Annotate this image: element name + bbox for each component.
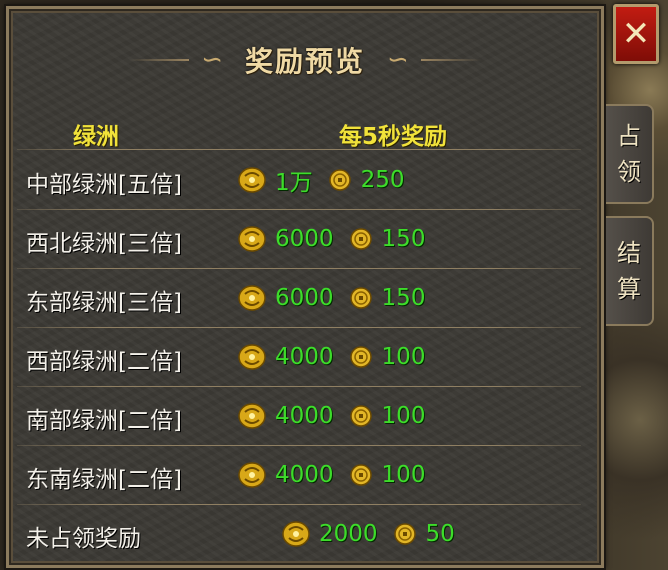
zone-name: 南部绿洲[二倍] [26, 408, 182, 434]
tab-occupy-char: 占 [617, 122, 641, 150]
title-bar: ∽ 奖励预览 ∽ [9, 37, 601, 83]
reward-row: 西北绿洲[三倍] 6000 150 [9, 210, 601, 268]
gold-ingot-token-icon [237, 225, 267, 253]
gold-ingot-token-icon [237, 166, 267, 194]
zone-name: 东部绿洲[三倍] [26, 290, 182, 316]
tab-settle-char: 结 [617, 239, 641, 267]
scroll-ornament-left-icon: ∽ [201, 45, 223, 75]
reward-row: 南部绿洲[二倍] 4000 100 [9, 387, 601, 445]
reward-values: 4000 100 [237, 399, 441, 433]
coin-reward-value: 50 [425, 521, 455, 547]
reward-row: 东部绿洲[三倍] 6000 150 [9, 269, 601, 327]
reward-column-header: 每5秒奖励 [339, 124, 448, 150]
token-reward-value: 1万 [275, 170, 313, 196]
coin-reward-value: 150 [381, 226, 426, 252]
column-header-row: 绿洲 每5秒奖励 [9, 117, 601, 150]
tab-occupy[interactable]: 占 领 [606, 104, 654, 204]
close-icon: ✕ [621, 14, 651, 54]
token-reward-value: 6000 [275, 285, 334, 311]
reward-values: 2000 50 [281, 517, 471, 551]
gold-ingot-token-icon [237, 284, 267, 312]
coin-reward-value: 100 [381, 344, 426, 370]
row-divider [17, 149, 581, 150]
reward-row: 东南绿洲[二倍] 4000 100 [9, 446, 601, 504]
zone-name: 中部绿洲[五倍] [26, 172, 182, 198]
coin-reward-value: 100 [381, 462, 426, 488]
gold-ingot-token-icon [281, 520, 311, 548]
reward-values: 6000 150 [237, 281, 441, 315]
reward-row: 西部绿洲[二倍] 4000 100 [9, 328, 601, 386]
reward-row: 未占领奖励 2000 50 [9, 505, 601, 563]
gold-coin-icon [328, 169, 351, 191]
scroll-ornament-right-icon: ∽ [387, 45, 409, 75]
reward-values: 6000 150 [237, 222, 441, 256]
gold-coin-icon [349, 228, 372, 250]
reward-preview-panel: ∽ 奖励预览 ∽ 绿洲 每5秒奖励 中部绿洲[五倍] 1万 250 西北绿洲[三倍] 6… [4, 4, 606, 570]
token-reward-value: 4000 [275, 403, 334, 429]
token-reward-value: 2000 [319, 521, 378, 547]
zone-name: 西部绿洲[二倍] [26, 349, 182, 375]
title-divider-right [421, 59, 481, 61]
gold-ingot-token-icon [237, 461, 267, 489]
token-reward-value: 4000 [275, 462, 334, 488]
zone-column-header: 绿洲 [73, 124, 119, 150]
gold-ingot-token-icon [237, 402, 267, 430]
reward-row: 中部绿洲[五倍] 1万 250 [9, 151, 601, 209]
zone-name: 西北绿洲[三倍] [26, 231, 182, 257]
zone-name: 未占领奖励 [26, 526, 141, 552]
zone-name: 东南绿洲[二倍] [26, 467, 182, 493]
tab-settle[interactable]: 结 算 [606, 216, 654, 326]
coin-reward-value: 250 [360, 167, 405, 193]
coin-reward-value: 100 [381, 403, 426, 429]
token-reward-value: 6000 [275, 226, 334, 252]
gold-coin-icon [393, 523, 416, 545]
gold-coin-icon [349, 287, 372, 309]
tab-occupy-char: 领 [617, 158, 641, 186]
close-button[interactable]: ✕ [613, 4, 659, 64]
panel-title: 奖励预览 [244, 45, 365, 78]
gold-coin-icon [349, 405, 372, 427]
token-reward-value: 4000 [275, 344, 334, 370]
gold-coin-icon [349, 346, 372, 368]
gold-ingot-token-icon [237, 343, 267, 371]
title-divider-left [129, 59, 189, 61]
reward-values: 4000 100 [237, 458, 441, 492]
reward-values: 4000 100 [237, 340, 441, 374]
tab-settle-char: 算 [617, 275, 641, 303]
coin-reward-value: 150 [381, 285, 426, 311]
reward-values: 1万 250 [237, 163, 421, 197]
gold-coin-icon [349, 464, 372, 486]
